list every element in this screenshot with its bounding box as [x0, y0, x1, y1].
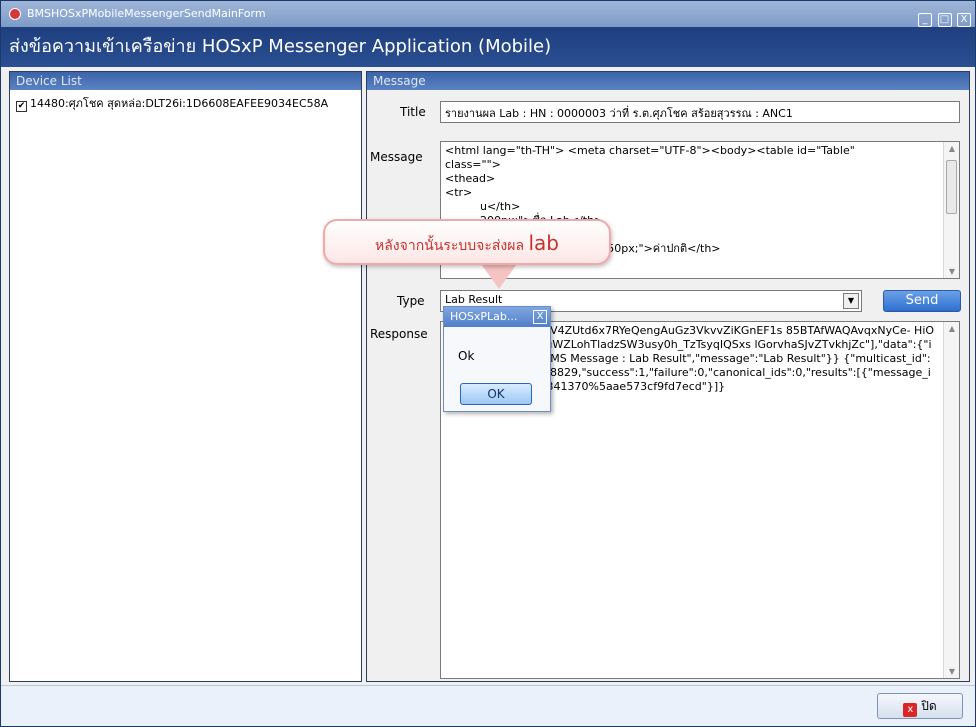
maximize-button[interactable]: □ [937, 13, 952, 27]
message-panel-header: Message [367, 72, 969, 90]
callout-emphasis: lab [528, 231, 559, 255]
callout-annotation: หลังจากนั้นระบบจะส่งผล lab [323, 219, 611, 265]
app-icon [9, 8, 21, 20]
minimize-button[interactable]: _ [918, 13, 932, 27]
message-line: <html lang="th-TH"> <meta charset="UTF-8… [445, 144, 855, 157]
message-line: class=""> [445, 158, 501, 171]
message-line: <thead> [445, 172, 496, 185]
chevron-down-icon[interactable]: ▼ [843, 293, 859, 309]
type-label: Type [397, 294, 425, 308]
callout-text: หลังจากนั้นระบบจะส่งผล [375, 238, 525, 254]
message-dialog: HOSxPLab... X Ok OK [443, 306, 551, 412]
response-scrollbar[interactable]: ▲ ▼ [943, 322, 959, 678]
send-button[interactable]: Send [883, 290, 961, 312]
scroll-thumb[interactable] [946, 160, 957, 214]
message-label: Message [370, 150, 423, 164]
title-input[interactable]: รายงานผล Lab : HN : 0000003 ว่าที่ ร.ต.ศ… [440, 101, 960, 123]
title-label: Title [400, 105, 426, 119]
scroll-down-icon[interactable]: ▼ [944, 267, 959, 276]
close-button[interactable]: x ปิด [877, 693, 963, 719]
dialog-ok-button[interactable]: OK [460, 383, 532, 405]
window-titlebar: BMSHOSxPMobileMessengerSendMainForm _ □ … [1, 1, 975, 27]
dialog-close-icon[interactable]: X [533, 310, 547, 324]
close-button-label: ปิด [921, 699, 937, 713]
scroll-up-icon[interactable]: ▲ [944, 144, 959, 153]
message-scrollbar[interactable]: ▲ ▼ [943, 142, 959, 278]
main-window: BMSHOSxPMobileMessengerSendMainForm _ □ … [0, 0, 976, 727]
window-title: BMSHOSxPMobileMessengerSendMainForm [27, 7, 266, 20]
scroll-up-icon[interactable]: ▲ [944, 324, 959, 333]
message-line: <tr> [445, 186, 473, 199]
close-icon: x [903, 703, 918, 717]
footer-bar [1, 685, 975, 726]
device-list-header: Device List [10, 72, 361, 90]
dialog-message: Ok [458, 349, 475, 363]
scroll-down-icon[interactable]: ▼ [944, 667, 959, 676]
device-list-item[interactable]: ✔ 14480:ศุภโชค สุดหล่อ:DLT26i:1D6608EAFEE… [16, 94, 328, 112]
window-close-button[interactable]: X [957, 13, 971, 27]
page-title: ส่งข้อความเข้าเครือข่าย HOSxP Messenger … [1, 27, 975, 67]
type-selected-value: Lab Result [445, 293, 503, 306]
device-label: 14480:ศุภโชค สุดหล่อ:DLT26i:1D6608EAFEE9… [30, 97, 329, 110]
response-label: Response [370, 327, 428, 341]
message-line: u</th> [445, 200, 521, 213]
device-list-panel: Device List ✔ 14480:ศุภโชค สุดหล่อ:DLT26i… [9, 71, 362, 682]
checkbox-checked-icon[interactable]: ✔ [16, 101, 27, 112]
